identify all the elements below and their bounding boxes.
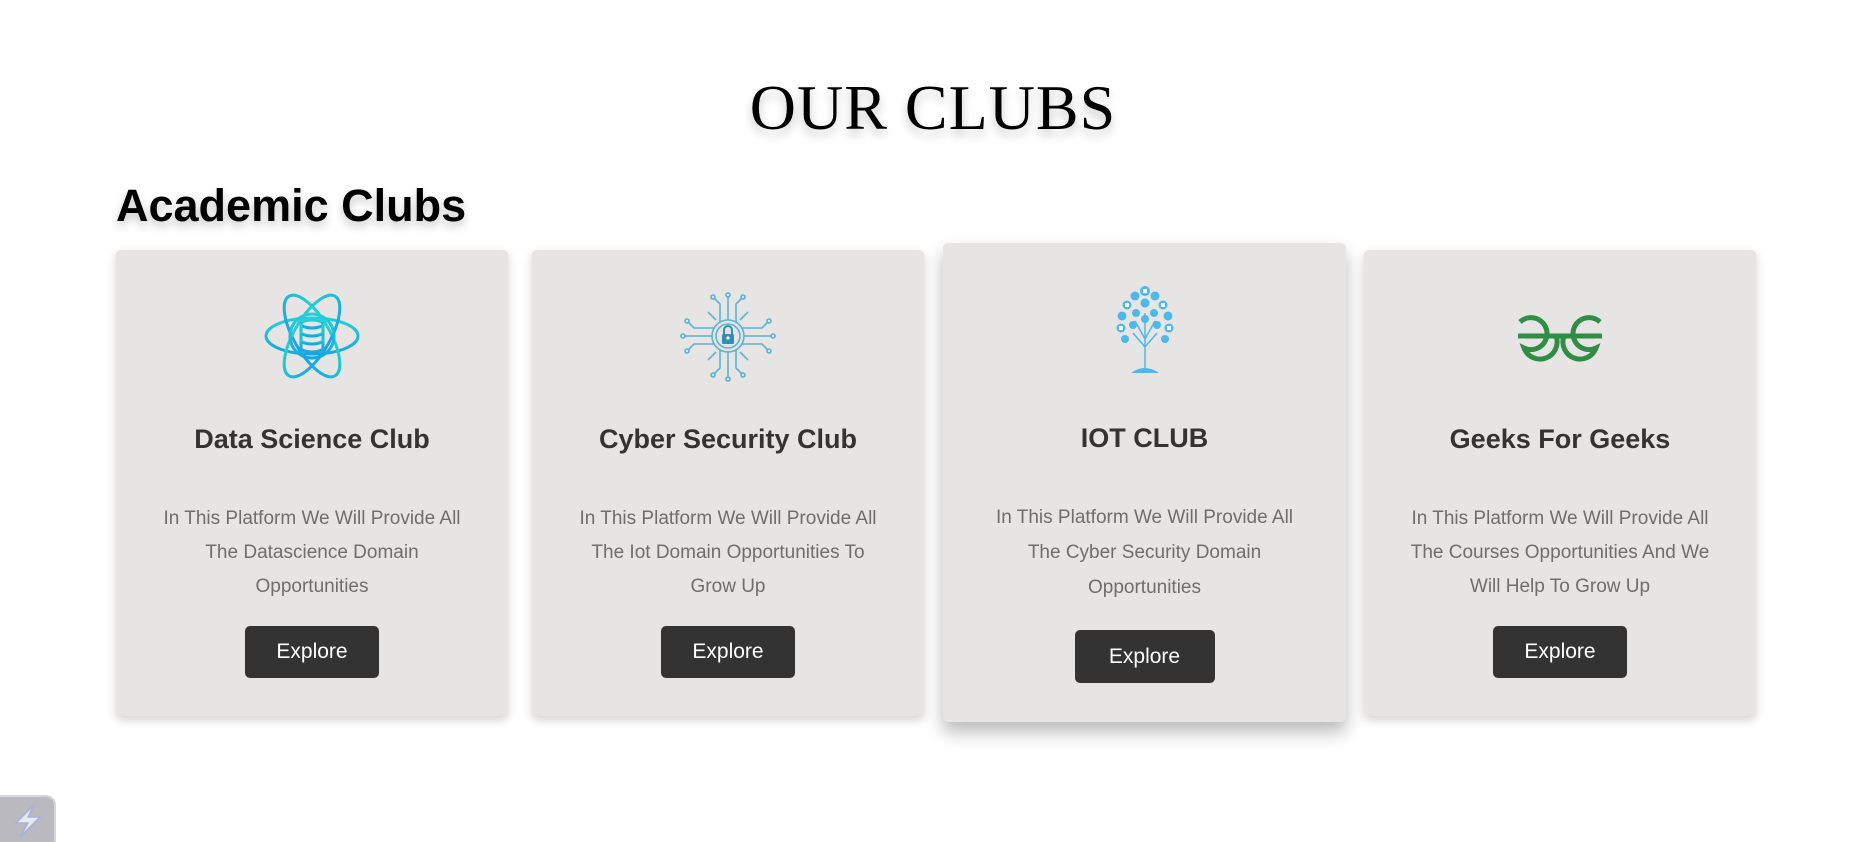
explore-button[interactable]: Explore <box>245 626 379 678</box>
floating-widget-button[interactable] <box>0 795 56 842</box>
club-description: In This Platform We Will Provide All The… <box>1410 508 1710 597</box>
page-title: OUR CLUBS <box>749 72 1117 143</box>
atom-database-icon <box>262 286 362 386</box>
club-card-geeks-for-geeks: Geeks For Geeks In This Platform We Will… <box>1364 250 1756 716</box>
club-card-iot: IOT CLUB In This Platform We Will Provid… <box>943 243 1346 722</box>
section-title-academic-clubs: Academic Clubs <box>116 180 467 231</box>
explore-button[interactable]: Explore <box>1493 626 1627 678</box>
club-card-data-science: Data Science Club In This Platform We Wi… <box>116 250 508 716</box>
club-description: In This Platform We Will Provide All The… <box>579 508 877 597</box>
circuit-lock-icon <box>678 286 778 386</box>
club-title: Geeks For Geeks <box>1449 424 1671 454</box>
club-description: In This Platform We Will Provide All The… <box>995 507 1294 598</box>
club-title: Data Science Club <box>194 424 430 454</box>
explore-button[interactable]: Explore <box>661 626 795 678</box>
club-card-cyber-security: Cyber Security Club In This Platform We … <box>532 250 924 716</box>
club-title: IOT CLUB <box>1080 423 1209 453</box>
club-description: In This Platform We Will Provide All The… <box>163 508 461 597</box>
gfg-logo-icon <box>1510 286 1610 386</box>
iot-tree-icon <box>1095 283 1195 383</box>
club-title: Cyber Security Club <box>598 424 858 454</box>
lightning-icon <box>14 804 42 838</box>
explore-button[interactable]: Explore <box>1074 630 1215 683</box>
